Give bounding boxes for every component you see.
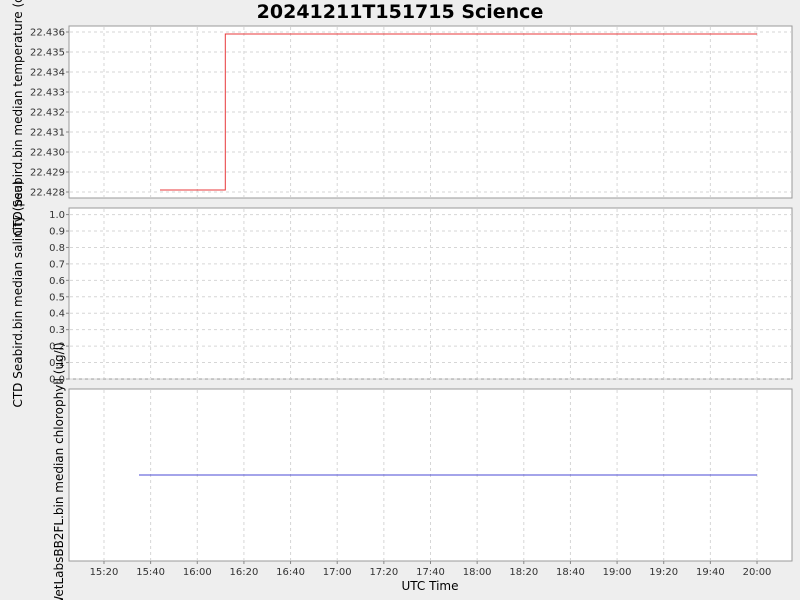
y-tick-label-1-6: 22.434 bbox=[30, 68, 65, 79]
chart-title: 20241211T151715 Science bbox=[257, 1, 544, 23]
y-tick-label-2-8: 0.8 bbox=[49, 243, 65, 254]
y-tick-label-2-3: 0.3 bbox=[49, 325, 65, 336]
y-tick-label-1-8: 22.436 bbox=[30, 28, 65, 39]
y-tick-label-2-5: 0.5 bbox=[49, 292, 65, 303]
x-tick-label-4: 16:40 bbox=[276, 567, 305, 578]
panels-layer: 22.428 22.429 22.430 22.431 22.432 22.433 22.4… bbox=[11, 0, 793, 600]
x-tick-label-14: 20:00 bbox=[743, 567, 772, 578]
x-tick-label-10: 18:40 bbox=[556, 567, 585, 578]
y-tick-label-1-0: 22.428 bbox=[30, 188, 65, 199]
y-axis-label-3: WetLabsBB2FL.bin median chlorophyll (ug/… bbox=[52, 342, 66, 600]
x-tick-label-1: 15:40 bbox=[136, 567, 165, 578]
y-tick-label-1-5: 22.433 bbox=[30, 88, 65, 99]
y-tick-label-1-7: 22.435 bbox=[30, 48, 65, 59]
x-tick-label-13: 19:40 bbox=[696, 567, 725, 578]
x-tick-label-6: 17:20 bbox=[369, 567, 398, 578]
y-tick-label-1-2: 22.430 bbox=[30, 148, 65, 159]
y-tick-label-2-6: 0.6 bbox=[49, 276, 65, 287]
x-axis-label: UTC Time bbox=[402, 579, 459, 593]
panel-2: 0.00.10.20.30.40.50.60.70.80.91.0CTD Sea… bbox=[11, 180, 793, 408]
y-tick-label-1-1: 22.429 bbox=[30, 168, 65, 179]
x-tick-label-12: 19:20 bbox=[649, 567, 678, 578]
x-tick-label-0: 15:20 bbox=[90, 567, 119, 578]
y-axis-label-2: CTD Seabird.bin median salinity (psu) bbox=[11, 180, 25, 407]
y-tick-label-1-4: 22.432 bbox=[30, 108, 65, 119]
x-tick-label-7: 17:40 bbox=[416, 567, 445, 578]
x-tick-label-8: 18:00 bbox=[463, 567, 492, 578]
chart-figure: 20241211T151715 Science 22.42822.42922.4… bbox=[0, 0, 800, 600]
x-tick-label-11: 19:00 bbox=[603, 567, 632, 578]
x-tick-label-5: 17:00 bbox=[323, 567, 352, 578]
y-tick-label-2-7: 0.7 bbox=[49, 259, 65, 270]
x-tick-label-9: 18:20 bbox=[509, 567, 538, 578]
x-tick-label-3: 16:20 bbox=[230, 567, 259, 578]
y-tick-label-2-9: 0.9 bbox=[49, 227, 65, 238]
y-tick-label-1-3: 22.431 bbox=[30, 128, 65, 139]
x-tick-label-2: 16:00 bbox=[183, 567, 212, 578]
y-tick-label-2-4: 0.4 bbox=[49, 309, 65, 320]
y-tick-label-2-10: 1.0 bbox=[49, 210, 65, 221]
